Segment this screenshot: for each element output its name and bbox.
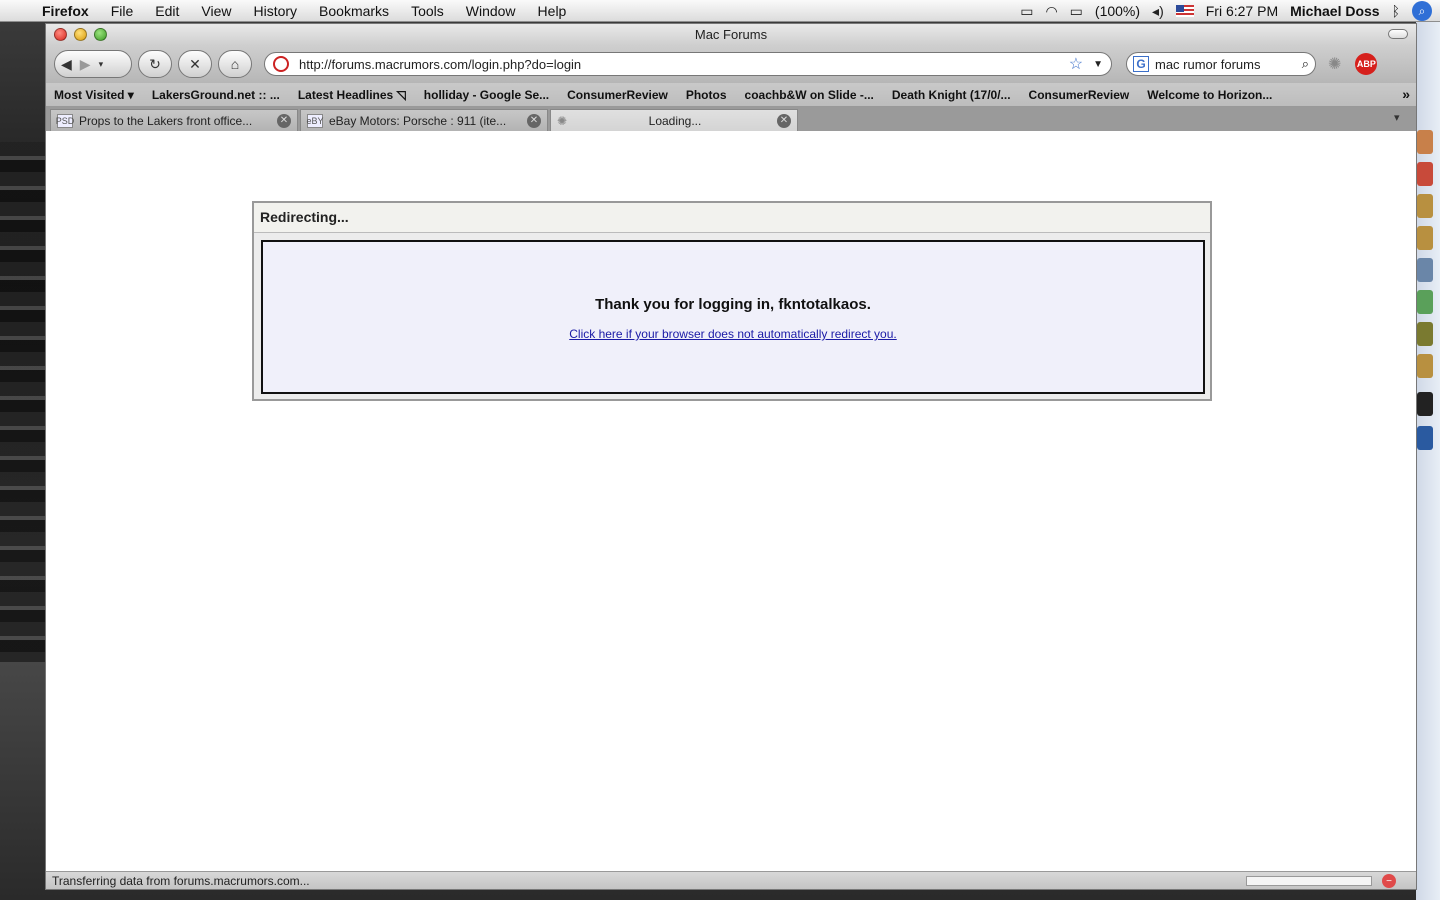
bookmark-item[interactable]: holliday - Google Se...	[424, 88, 549, 102]
window-close-button[interactable]	[54, 28, 67, 41]
desktop-icon[interactable]	[1417, 258, 1433, 282]
panel-body: Thank you for logging in, fkntotalkaos. …	[261, 240, 1205, 394]
browser-window: Mac Forums ◀ ▶ ▾ ↻ ✕ ⌂ http://forums.mac…	[45, 23, 1417, 890]
stop-loading-icon[interactable]: −	[1382, 874, 1396, 888]
desktop-icon[interactable]	[1417, 392, 1433, 416]
url-bar[interactable]: http://forums.macrumors.com/login.php?do…	[264, 52, 1112, 76]
bluetooth-icon[interactable]: ᛒ	[1392, 3, 1400, 19]
toolbar-toggle-button[interactable]	[1388, 29, 1408, 39]
bookmarks-overflow-icon[interactable]: »	[1402, 86, 1410, 102]
history-dropdown-icon[interactable]: ▾	[99, 59, 104, 70]
window-titlebar: Mac Forums	[46, 24, 1416, 45]
bookmark-star-icon[interactable]: ☆	[1069, 54, 1083, 74]
bookmark-most-visited[interactable]: Most Visited ▾	[54, 88, 134, 102]
reload-icon: ↻	[149, 55, 161, 72]
adblock-plus-icon[interactable]: ABP	[1355, 53, 1378, 75]
menu-tools[interactable]: Tools	[400, 3, 455, 19]
bookmark-item[interactable]: Death Knight (17/0/...	[892, 88, 1011, 102]
window-zoom-button[interactable]	[94, 28, 107, 41]
battery-percentage: (100%)	[1094, 3, 1141, 19]
display-icon[interactable]: ▭	[1020, 3, 1033, 20]
forward-arrow-icon[interactable]: ▶	[80, 56, 91, 73]
tab-loading-icon: ✺	[557, 113, 568, 128]
wifi-icon[interactable]: ◠	[1045, 3, 1057, 20]
input-flag-icon[interactable]	[1175, 5, 1194, 17]
tab-favicon: PSD	[55, 113, 75, 128]
tab-title: Props to the Lakers front office...	[79, 113, 253, 128]
tab-favicon: eBY	[306, 113, 324, 128]
search-icon[interactable]: ⌕	[1302, 56, 1309, 72]
menubar-user[interactable]: Michael Doss	[1290, 3, 1379, 19]
search-bar[interactable]: G mac rumor forums ⌕	[1126, 52, 1316, 76]
reload-button[interactable]: ↻	[138, 50, 172, 78]
desktop-icon[interactable]	[1417, 130, 1433, 154]
back-forward-button[interactable]: ◀ ▶ ▾	[54, 50, 132, 78]
navigation-toolbar: ◀ ▶ ▾ ↻ ✕ ⌂ http://forums.macrumors.com/…	[46, 45, 1416, 83]
menubar-clock[interactable]: Fri 6:27 PM	[1206, 3, 1278, 19]
battery-icon[interactable]: ▭	[1070, 3, 1083, 20]
stop-x-icon: ✕	[189, 55, 201, 72]
tab-close-icon[interactable]: ✕	[777, 113, 791, 128]
desktop-icon[interactable]	[1417, 226, 1433, 250]
desktop-icon[interactable]	[1417, 426, 1433, 450]
tab-list-icon[interactable]: ▾	[1394, 111, 1412, 125]
menu-app-name[interactable]: Firefox	[40, 3, 100, 19]
thank-you-message: Thank you for logging in, fkntotalkaos.	[595, 296, 871, 313]
desktop-icon[interactable]	[1417, 162, 1433, 186]
tab-active[interactable]: ✺ Loading... ✕	[550, 109, 798, 131]
bookmark-item[interactable]: Photos	[686, 88, 727, 102]
bookmark-item[interactable]: LakersGround.net :: ...	[152, 88, 280, 102]
menu-help[interactable]: Help	[527, 3, 578, 19]
search-input[interactable]: mac rumor forums	[1155, 57, 1296, 72]
page-content: Redirecting... Thank you for logging in,…	[46, 133, 1416, 871]
status-text: Transferring data from forums.macrumors.…	[52, 873, 310, 888]
url-text[interactable]: http://forums.macrumors.com/login.php?do…	[299, 57, 1059, 72]
tab-title: eBay Motors: Porsche : 911 (ite...	[329, 113, 507, 128]
back-arrow-icon[interactable]: ◀	[61, 56, 72, 73]
bookmark-item[interactable]: ConsumerReview	[1029, 88, 1130, 102]
menu-bar: Firefox File Edit View History Bookmarks…	[0, 0, 1440, 22]
home-button[interactable]: ⌂	[218, 50, 252, 78]
redirect-link[interactable]: Click here if your browser does not auto…	[569, 327, 896, 341]
desktop-icon[interactable]	[1417, 354, 1433, 378]
bookmark-item[interactable]: Welcome to Horizon...	[1147, 88, 1272, 102]
menu-edit[interactable]: Edit	[144, 3, 190, 19]
home-icon: ⌂	[230, 56, 240, 72]
desktop-icon[interactable]	[1417, 194, 1433, 218]
panel-heading: Redirecting...	[254, 203, 1210, 233]
status-bar: Transferring data from forums.macrumors.…	[46, 871, 1416, 889]
url-dropdown-icon[interactable]: ▼	[1093, 59, 1103, 70]
bookmark-item[interactable]: coachb&W on Slide -...	[745, 88, 874, 102]
tab[interactable]: PSD Props to the Lakers front office... …	[50, 109, 298, 131]
tab-bar: PSD Props to the Lakers front office... …	[46, 107, 1416, 131]
menu-file[interactable]: File	[100, 3, 145, 19]
menu-bookmarks[interactable]: Bookmarks	[308, 3, 400, 19]
desktop-icon[interactable]	[1417, 290, 1433, 314]
menu-history[interactable]: History	[242, 3, 308, 19]
desktop-icon[interactable]	[1417, 322, 1433, 346]
redirect-panel: Redirecting... Thank you for logging in,…	[252, 201, 1212, 401]
window-minimize-button[interactable]	[74, 28, 87, 41]
bookmark-item[interactable]: ConsumerReview	[567, 88, 668, 102]
tab-close-icon[interactable]: ✕	[277, 113, 291, 128]
menu-window[interactable]: Window	[455, 3, 527, 19]
window-title: Mac Forums	[694, 27, 768, 42]
spotlight-icon[interactable]: ⌕	[1412, 1, 1432, 21]
bookmark-item[interactable]: Latest Headlines ◹	[298, 88, 406, 102]
loading-throbber-icon: ✺	[1328, 56, 1342, 73]
volume-icon[interactable]: ◂)	[1152, 3, 1164, 20]
menu-view[interactable]: View	[190, 3, 242, 19]
site-identity-icon[interactable]	[273, 56, 289, 72]
bookmarks-toolbar: Most Visited ▾ LakersGround.net :: ... L…	[46, 83, 1416, 107]
google-engine-icon[interactable]: G	[1133, 56, 1149, 72]
tab[interactable]: eBY eBay Motors: Porsche : 911 (ite... ✕	[300, 109, 548, 131]
desktop-wallpaper-building	[0, 142, 45, 662]
tab-close-icon[interactable]: ✕	[527, 113, 541, 128]
tab-title: Loading...	[648, 113, 702, 128]
progress-bar	[1246, 876, 1372, 886]
stop-button[interactable]: ✕	[178, 50, 212, 78]
